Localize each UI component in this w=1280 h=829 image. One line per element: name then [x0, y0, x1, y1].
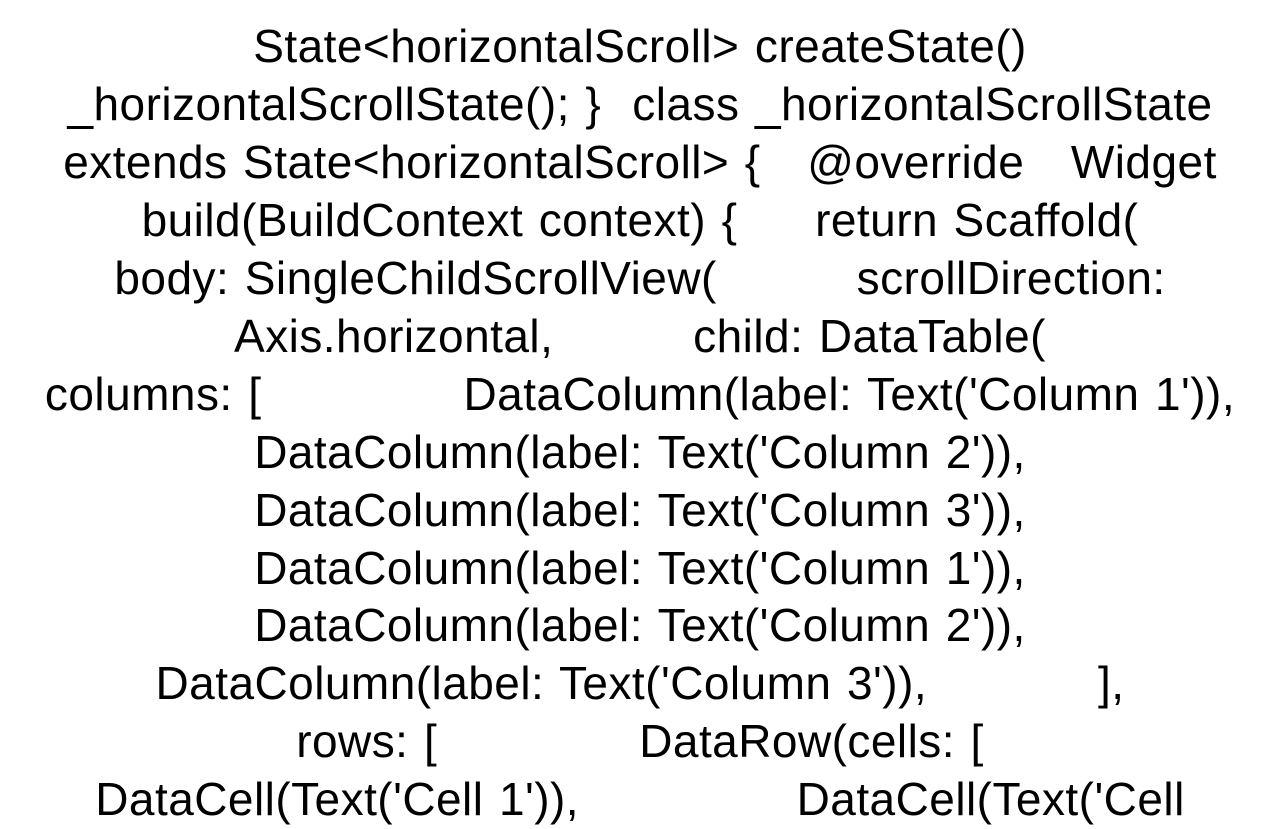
code-snippet: State<horizontalScroll> createState() _h…: [35, 0, 1245, 829]
code-line: DataCell(Text('Cell 1')), DataCell(Text(…: [95, 773, 1185, 825]
code-line: DataColumn(label: Text('Column 1')),: [254, 542, 1026, 594]
code-line: body: SingleChildScrollView( scrollDirec…: [114, 252, 1165, 304]
code-line: rows: [ DataRow(cells: [: [296, 715, 984, 767]
code-line: DataColumn(label: Text('Column 3')), ],: [155, 657, 1124, 709]
code-line: columns: [ DataColumn(label: Text('Colum…: [45, 368, 1235, 420]
code-line: extends State<horizontalScroll> { @overr…: [63, 136, 1217, 188]
code-line: DataColumn(label: Text('Column 2')),: [254, 599, 1026, 651]
code-line: _horizontalScrollState(); } class _horiz…: [67, 78, 1212, 130]
code-line: DataColumn(label: Text('Column 3')),: [254, 484, 1026, 536]
code-line: State<horizontalScroll> createState(): [253, 20, 1027, 72]
code-line: build(BuildContext context) { return Sca…: [142, 194, 1139, 246]
code-line: Axis.horizontal, child: DataTable(: [234, 310, 1046, 362]
code-line: DataColumn(label: Text('Column 2')),: [254, 426, 1026, 478]
